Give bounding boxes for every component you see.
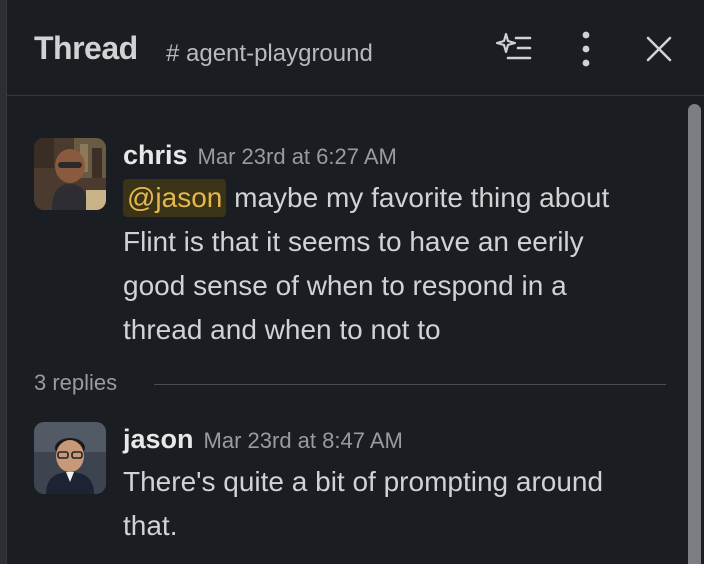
author-name[interactable]: jason <box>123 424 194 454</box>
message-text-segment: maybe my favorite thing about <box>226 182 610 213</box>
message-text: @jason maybe my favorite thing about Fli… <box>123 176 654 352</box>
message-header: jason Mar 23rd at 8:47 AM <box>123 422 654 456</box>
message-line-3: thread and when to not to <box>123 314 441 345</box>
channel-link[interactable]: # agent-playground <box>166 40 373 68</box>
message-line-1: that. <box>123 510 178 541</box>
message-reply: jason Mar 23rd at 8:47 AM There's quite a… <box>34 422 654 552</box>
message-line-0: @jason maybe my favorite thing about <box>123 176 654 220</box>
message-line-0: There's quite a bit of prompting around <box>123 466 604 497</box>
thread-panel: Thread # agent-playground chris Mar 23rd… <box>0 0 704 564</box>
close-icon[interactable] <box>644 34 674 64</box>
message-text: There's quite a bit of prompting around … <box>123 460 654 548</box>
sparkle-list-icon[interactable] <box>494 30 534 66</box>
avatar-jason[interactable] <box>34 422 106 494</box>
scrollbar-thumb[interactable] <box>688 104 701 564</box>
message-timestamp[interactable]: Mar 23rd at 6:27 AM <box>198 144 397 169</box>
replies-divider: 3 replies <box>34 370 666 400</box>
message-parent: chris Mar 23rd at 6:27 AM @jason maybe my… <box>34 138 654 358</box>
message-line-2: good sense of when to respond in a <box>123 270 567 301</box>
avatar-chris[interactable] <box>34 138 106 210</box>
message-line-1: Flint is that it seems to have an eerily <box>123 226 584 257</box>
message-timestamp[interactable]: Mar 23rd at 8:47 AM <box>204 428 403 453</box>
more-vertical-icon[interactable] <box>574 30 598 68</box>
author-name[interactable]: chris <box>123 140 188 170</box>
message-header: chris Mar 23rd at 6:27 AM <box>123 138 654 172</box>
divider-line <box>154 384 666 385</box>
replies-count: 3 replies <box>34 370 118 395</box>
thread-title: Thread <box>34 30 138 66</box>
user-mention[interactable]: @jason <box>123 179 227 217</box>
thread-header: Thread # agent-playground <box>6 0 704 96</box>
